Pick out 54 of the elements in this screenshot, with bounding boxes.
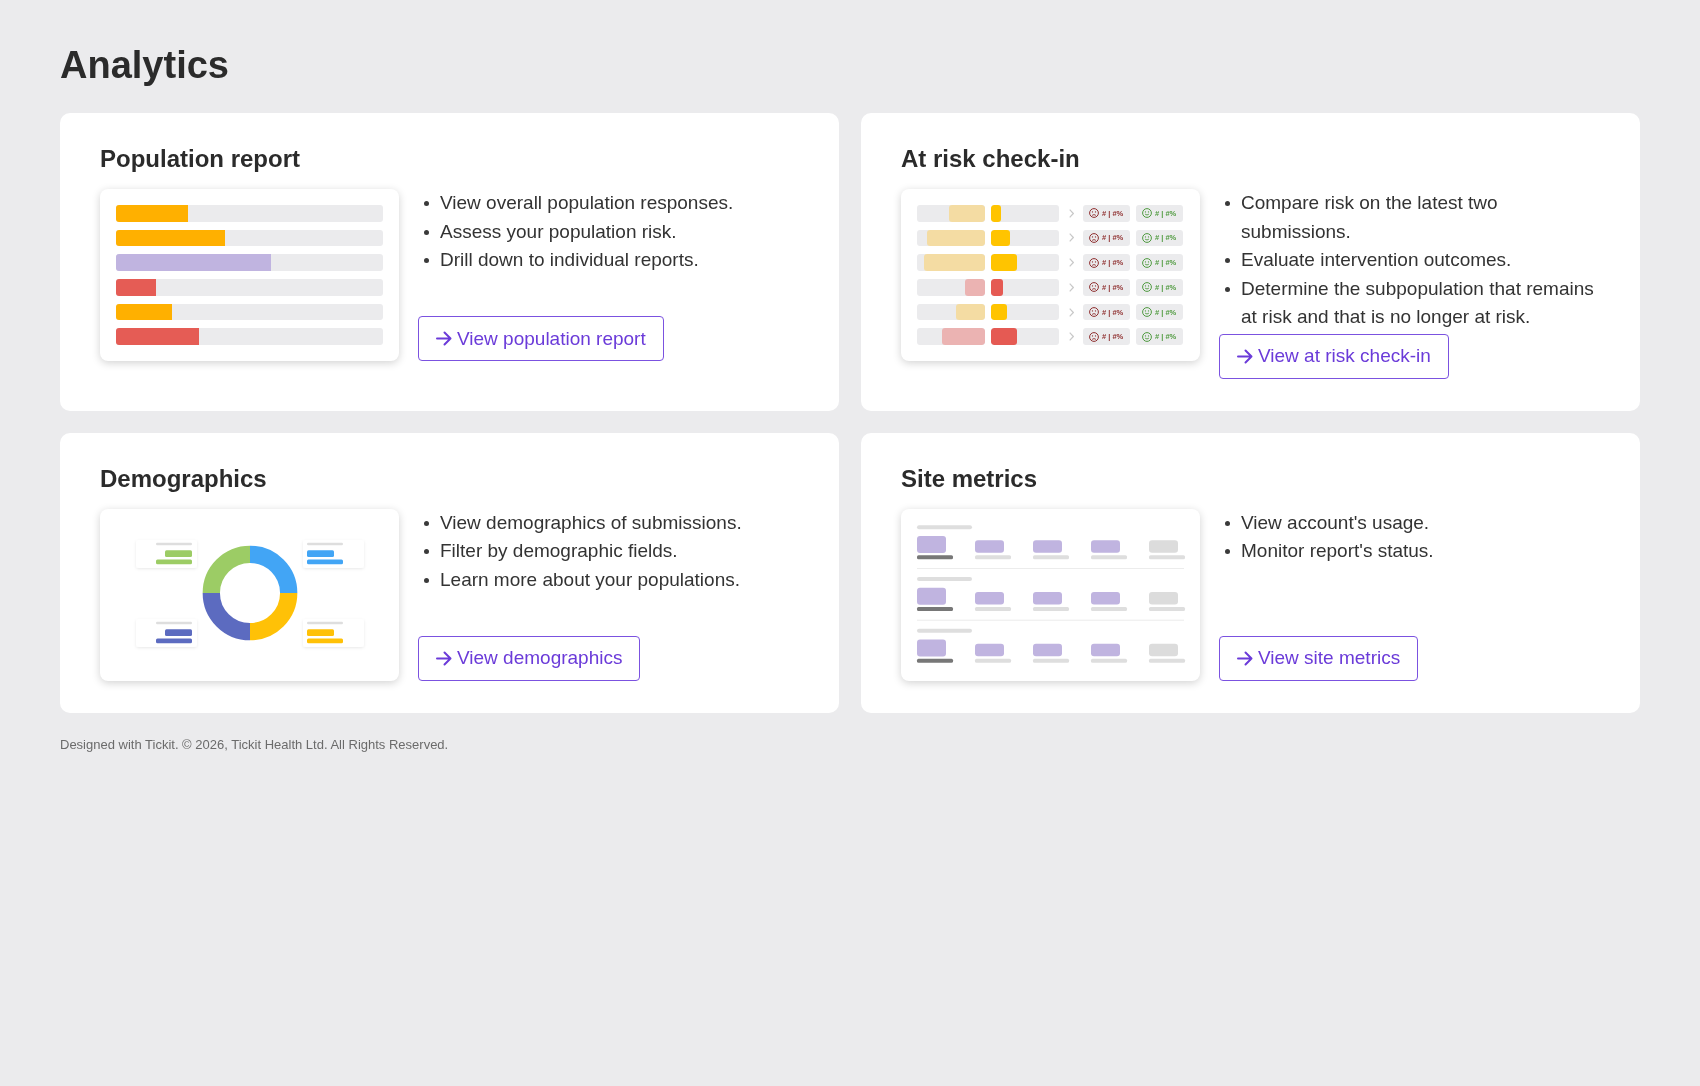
- chevron-right-icon: [1068, 208, 1074, 218]
- bullet-text: Compare risk on the latest two submissions.: [1241, 191, 1499, 244]
- bullet-icon: [424, 201, 429, 206]
- bullet-text: View overall population responses.: [440, 191, 734, 215]
- chevron-right-icon: [1068, 282, 1074, 292]
- bullet-icon: [1225, 520, 1230, 526]
- view-button[interactable]: View demographics: [418, 635, 641, 681]
- chevron-right-icon: [1068, 332, 1074, 342]
- bullet-text: Monitor report's status.: [1241, 539, 1434, 563]
- bullet-text: Assess your population risk.: [440, 219, 677, 244]
- smiley-face-icon: [1142, 282, 1152, 293]
- footer-text: Designed with Tickit. © 2026, Tickit Health Ltd. All Rights Reserved.: [60, 735, 449, 754]
- view-button[interactable]: View population report: [418, 316, 664, 361]
- smiley-face-icon: [1142, 257, 1152, 268]
- sad-face-icon: [1089, 282, 1099, 293]
- sad-face-icon: [1089, 331, 1099, 342]
- arrow-right-icon: [1237, 650, 1253, 666]
- card-title: Population report: [100, 144, 300, 174]
- bullet-icon: [424, 549, 429, 554]
- bullet-text: Learn more about your populations.: [440, 567, 740, 592]
- card-title: Site metrics: [901, 463, 1038, 494]
- bullet-icon: [1225, 258, 1230, 263]
- chevron-right-icon: [1068, 307, 1074, 317]
- bullet-icon: [1225, 201, 1230, 206]
- bullet-text: Drill down to individual reports.: [440, 248, 699, 272]
- card-title: Demographics: [100, 463, 267, 494]
- arrow-right-icon: [436, 650, 452, 666]
- bullet-icon: [1225, 286, 1230, 292]
- sad-face-icon: [1089, 232, 1099, 243]
- bullet-text: Filter by demographic fields.: [440, 539, 678, 563]
- bullet-text: View demographics of submissions.: [440, 510, 742, 535]
- arrow-right-icon: [1237, 348, 1253, 364]
- card-title: At risk check-in: [901, 144, 1080, 174]
- view-button[interactable]: View at risk check-in: [1219, 333, 1449, 379]
- sad-face-icon: [1089, 257, 1099, 268]
- bullet-icon: [424, 258, 429, 263]
- smiley-face-icon: [1142, 208, 1152, 219]
- view-button[interactable]: View site metrics: [1219, 635, 1419, 681]
- bullet-icon: [424, 229, 429, 235]
- bullet-icon: [1225, 549, 1230, 554]
- sad-face-icon: [1089, 208, 1099, 219]
- smiley-face-icon: [1142, 331, 1152, 342]
- smiley-face-icon: [1142, 307, 1152, 317]
- smiley-face-icon: [1142, 232, 1152, 243]
- arrow-right-icon: [436, 331, 452, 346]
- bullet-text: View account's usage.: [1241, 510, 1430, 535]
- bullet-text: Evaluate intervention outcomes.: [1241, 248, 1512, 272]
- bullet-text: Determine the subpopulation that remains at risk and that is no longer at risk.: [1241, 276, 1595, 329]
- sad-face-icon: [1089, 307, 1099, 317]
- bullet-icon: [424, 520, 429, 526]
- chevron-right-icon: [1068, 258, 1074, 268]
- page-title: Analytics: [60, 43, 229, 88]
- chevron-right-icon: [1068, 233, 1074, 243]
- bullet-icon: [424, 577, 429, 583]
